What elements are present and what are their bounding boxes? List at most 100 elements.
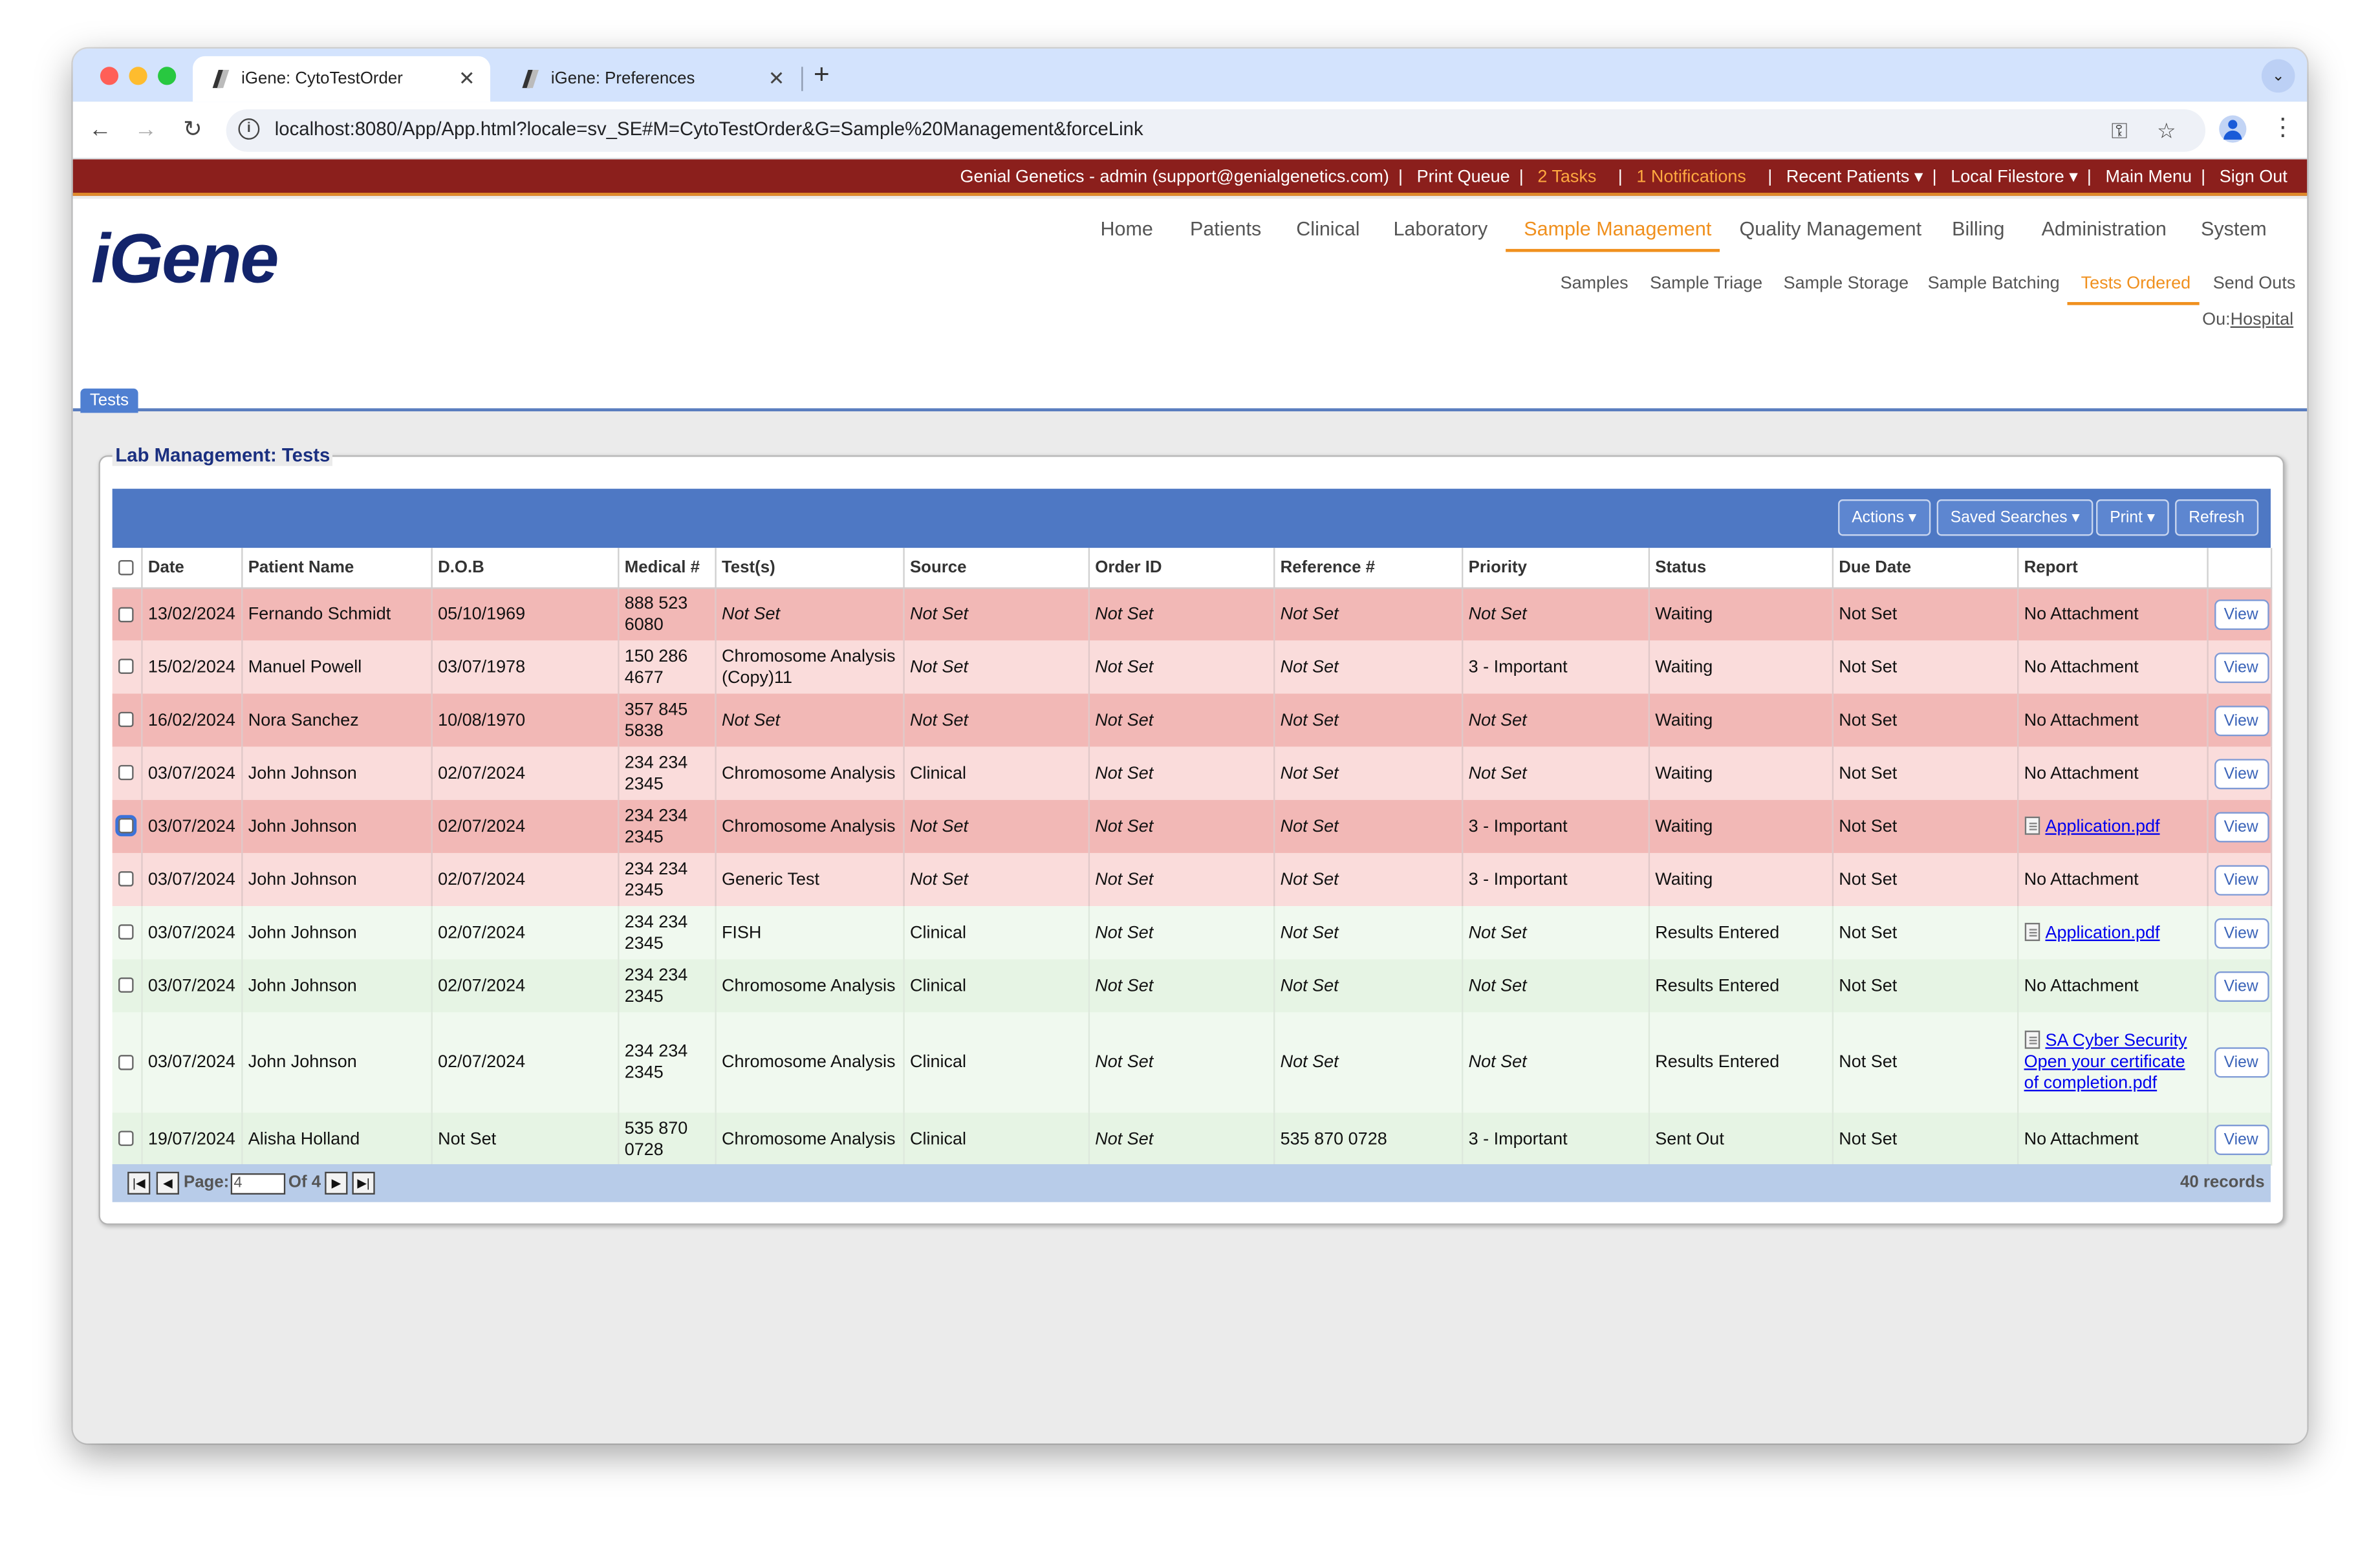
- actions-button[interactable]: Actions ▾: [1838, 499, 1931, 536]
- cell-status: Waiting: [1648, 746, 1833, 800]
- recent-patients-menu[interactable]: Recent Patients ▾: [1786, 169, 1923, 187]
- table-row[interactable]: 03/07/2024 John Johnson 02/07/2024 234 2…: [112, 746, 2272, 800]
- report-attachment-link[interactable]: SA Cyber Security Open your certificate …: [2024, 1032, 2187, 1093]
- view-button[interactable]: View: [2213, 705, 2269, 736]
- column-header-order-id[interactable]: Order ID: [1088, 548, 1275, 589]
- tab-close-icon[interactable]: ✕: [459, 67, 475, 91]
- nav-billing[interactable]: Billing: [1952, 217, 2004, 240]
- subnav-samples[interactable]: Samples: [1561, 275, 1628, 293]
- row-checkbox[interactable]: [118, 607, 134, 622]
- subnav-sample-triage[interactable]: Sample Triage: [1650, 275, 1762, 293]
- minimize-window-dot[interactable]: [129, 67, 147, 85]
- view-button[interactable]: View: [2213, 651, 2269, 682]
- column-header-reference[interactable]: Reference #: [1273, 548, 1463, 589]
- nav-administration[interactable]: Administration: [2042, 217, 2167, 240]
- nav-quality-management[interactable]: Quality Management: [1740, 217, 1922, 240]
- sign-out-link[interactable]: Sign Out: [2220, 169, 2288, 187]
- browser-tab-preferences[interactable]: iGene: Preferences ✕: [503, 56, 800, 102]
- table-row[interactable]: 03/07/2024 John Johnson 02/07/2024 234 2…: [112, 959, 2272, 1013]
- table-row[interactable]: 15/02/2024 Manuel Powell 03/07/1978 150 …: [112, 640, 2272, 694]
- subnav-sample-storage[interactable]: Sample Storage: [1784, 275, 1909, 293]
- subnav-send-outs[interactable]: Send Outs: [2213, 275, 2296, 293]
- view-button[interactable]: View: [2213, 1047, 2269, 1078]
- notifications-link[interactable]: 1 Notifications: [1636, 169, 1746, 187]
- column-header-tests[interactable]: Test(s): [715, 548, 904, 589]
- table-row[interactable]: 13/02/2024 Fernando Schmidt 05/10/1969 8…: [112, 587, 2272, 641]
- table-row[interactable]: 03/07/2024 John Johnson 02/07/2024 234 2…: [112, 906, 2272, 960]
- cell-medical: 234 234 2345: [618, 906, 716, 960]
- next-page-icon[interactable]: ▶: [325, 1171, 348, 1195]
- nav-laboratory[interactable]: Laboratory: [1393, 217, 1488, 240]
- local-filestore-menu[interactable]: Local Filestore ▾: [1951, 169, 2078, 187]
- site-info-icon[interactable]: i: [238, 118, 260, 140]
- view-button[interactable]: View: [2213, 970, 2269, 1001]
- report-attachment-link[interactable]: Application.pdf: [2045, 924, 2159, 942]
- column-header-medical[interactable]: Medical #: [618, 548, 716, 589]
- view-button[interactable]: View: [2213, 1123, 2269, 1154]
- browser-menu-icon[interactable]: ⋮: [2271, 115, 2295, 142]
- password-key-icon[interactable]: ⚿: [2112, 118, 2128, 144]
- main-menu-link[interactable]: Main Menu: [2106, 169, 2192, 187]
- row-checkbox[interactable]: [118, 925, 134, 940]
- nav-clinical[interactable]: Clinical: [1296, 217, 1359, 240]
- row-checkbox[interactable]: [118, 712, 134, 728]
- address-bar[interactable]: i localhost:8080/App/App.html?locale=sv_…: [226, 109, 2206, 152]
- row-checkbox[interactable]: [118, 978, 134, 993]
- row-checkbox[interactable]: [118, 1131, 134, 1147]
- row-checkbox[interactable]: [118, 872, 134, 887]
- subnav-sample-batching[interactable]: Sample Batching: [1928, 275, 2060, 293]
- previous-page-icon[interactable]: ◀: [156, 1171, 179, 1195]
- nav-system[interactable]: System: [2201, 217, 2267, 240]
- column-header-due-date[interactable]: Due Date: [1832, 548, 2018, 589]
- table-row[interactable]: 16/02/2024 Nora Sanchez 10/08/1970 357 8…: [112, 693, 2272, 747]
- column-header-status[interactable]: Status: [1648, 548, 1833, 589]
- column-header-report[interactable]: Report: [2017, 548, 2208, 589]
- table-row[interactable]: 19/07/2024 Alisha Holland Not Set 535 87…: [112, 1112, 2272, 1166]
- print-button[interactable]: Print ▾: [2096, 499, 2169, 536]
- refresh-button[interactable]: Refresh: [2175, 499, 2258, 536]
- row-checkbox[interactable]: [115, 816, 137, 838]
- view-button[interactable]: View: [2213, 811, 2269, 842]
- column-header-dob[interactable]: D.O.B: [431, 548, 619, 589]
- subnav-tests-ordered[interactable]: Tests Ordered: [2081, 275, 2191, 293]
- view-button[interactable]: View: [2213, 917, 2269, 948]
- view-button[interactable]: View: [2213, 599, 2269, 630]
- maximize-window-dot[interactable]: [158, 67, 177, 85]
- select-all-checkbox[interactable]: [118, 559, 134, 576]
- tab-close-icon[interactable]: ✕: [768, 67, 785, 91]
- column-header-date[interactable]: Date: [141, 548, 243, 589]
- back-arrow-icon[interactable]: ←: [85, 115, 115, 146]
- profile-avatar-icon[interactable]: [2219, 115, 2247, 143]
- tab-search-chevron-icon[interactable]: ⌄: [2261, 59, 2295, 93]
- page-number-input[interactable]: 4: [230, 1173, 286, 1195]
- bookmark-star-icon[interactable]: ☆: [2157, 118, 2176, 144]
- table-row[interactable]: 03/07/2024 John Johnson 02/07/2024 234 2…: [112, 799, 2272, 853]
- table-row[interactable]: 03/07/2024 John Johnson 02/07/2024 234 2…: [112, 852, 2272, 907]
- column-header-priority[interactable]: Priority: [1462, 548, 1649, 589]
- report-attachment-link[interactable]: Application.pdf: [2045, 817, 2159, 836]
- browser-tab-cytotestorder[interactable]: iGene: CytoTestOrder ✕: [193, 56, 491, 102]
- column-header-patient-name[interactable]: Patient Name: [241, 548, 432, 589]
- nav-home[interactable]: Home: [1101, 217, 1153, 240]
- tasks-link[interactable]: 2 Tasks: [1537, 169, 1596, 187]
- saved-searches-button[interactable]: Saved Searches ▾: [1936, 499, 2093, 536]
- row-checkbox[interactable]: [118, 1055, 134, 1070]
- nav-patients[interactable]: Patients: [1190, 217, 1261, 240]
- first-page-icon[interactable]: |◀: [127, 1171, 151, 1195]
- print-queue-link[interactable]: Print Queue: [1417, 169, 1510, 187]
- row-checkbox[interactable]: [118, 659, 134, 675]
- reload-icon[interactable]: ↻: [178, 115, 208, 146]
- table-row[interactable]: 03/07/2024 John Johnson 02/07/2024 234 2…: [112, 1012, 2272, 1113]
- view-button[interactable]: View: [2213, 758, 2269, 789]
- close-window-dot[interactable]: [100, 67, 119, 85]
- new-tab-button[interactable]: +: [814, 61, 830, 88]
- column-header-source[interactable]: Source: [903, 548, 1089, 589]
- forward-arrow-icon[interactable]: →: [131, 115, 161, 146]
- view-button[interactable]: View: [2213, 864, 2269, 895]
- last-page-icon[interactable]: ▶|: [352, 1171, 375, 1195]
- row-checkbox[interactable]: [118, 765, 134, 781]
- url-text[interactable]: localhost:8080/App/App.html?locale=sv_SE…: [275, 118, 1143, 140]
- ou-hospital-link[interactable]: Hospital: [2231, 311, 2294, 329]
- tab-tests[interactable]: Tests: [80, 388, 138, 413]
- nav-sample-management[interactable]: Sample Management: [1524, 217, 1711, 240]
